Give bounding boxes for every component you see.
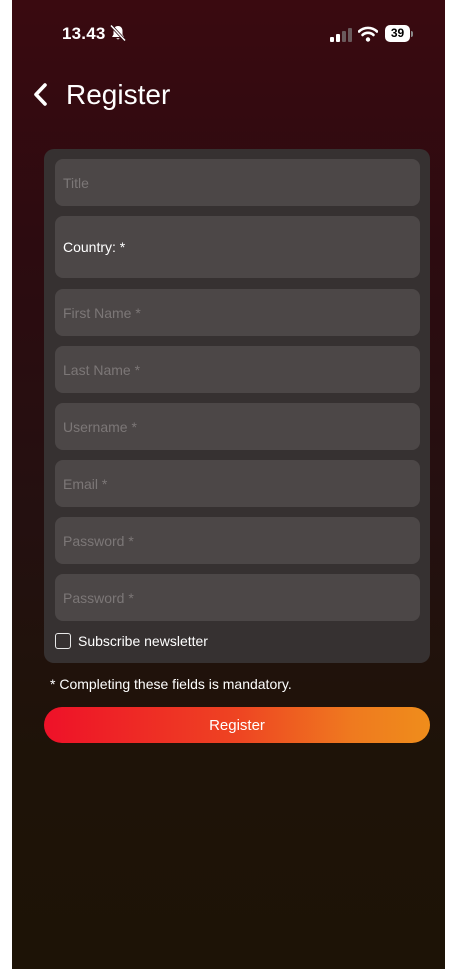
battery-level: 39 [385,25,410,42]
signal-icon [330,28,352,42]
status-bar: 13.43 39 [12,0,445,60]
wifi-icon [358,26,378,42]
register-form: Title Country: * First Name * Last Name … [44,149,430,663]
battery-tip [411,31,413,37]
register-button[interactable]: Register [44,707,430,743]
app-screen: 13.43 39 Register Title Country: * First… [12,0,445,969]
newsletter-row[interactable]: Subscribe newsletter [55,630,208,652]
page-title: Register [66,79,171,110]
status-time: 13.43 [62,24,106,43]
chevron-left-icon[interactable] [30,80,52,110]
confirm-password-field[interactable]: Password * [55,574,420,621]
title-field[interactable]: Title [55,159,420,206]
username-field[interactable]: Username * [55,403,420,450]
last-name-field[interactable]: Last Name * [55,346,420,393]
newsletter-label: Subscribe newsletter [78,633,208,649]
password-field[interactable]: Password * [55,517,420,564]
newsletter-checkbox[interactable] [55,633,71,649]
battery-indicator: 39 [385,25,415,42]
email-field[interactable]: Email * [55,460,420,507]
nav-bar: Register [12,76,445,120]
bell-slash-icon [109,24,127,42]
country-select[interactable]: Country: * [55,216,420,278]
first-name-field[interactable]: First Name * [55,289,420,336]
mandatory-note: * Completing these fields is mandatory. [50,676,292,692]
